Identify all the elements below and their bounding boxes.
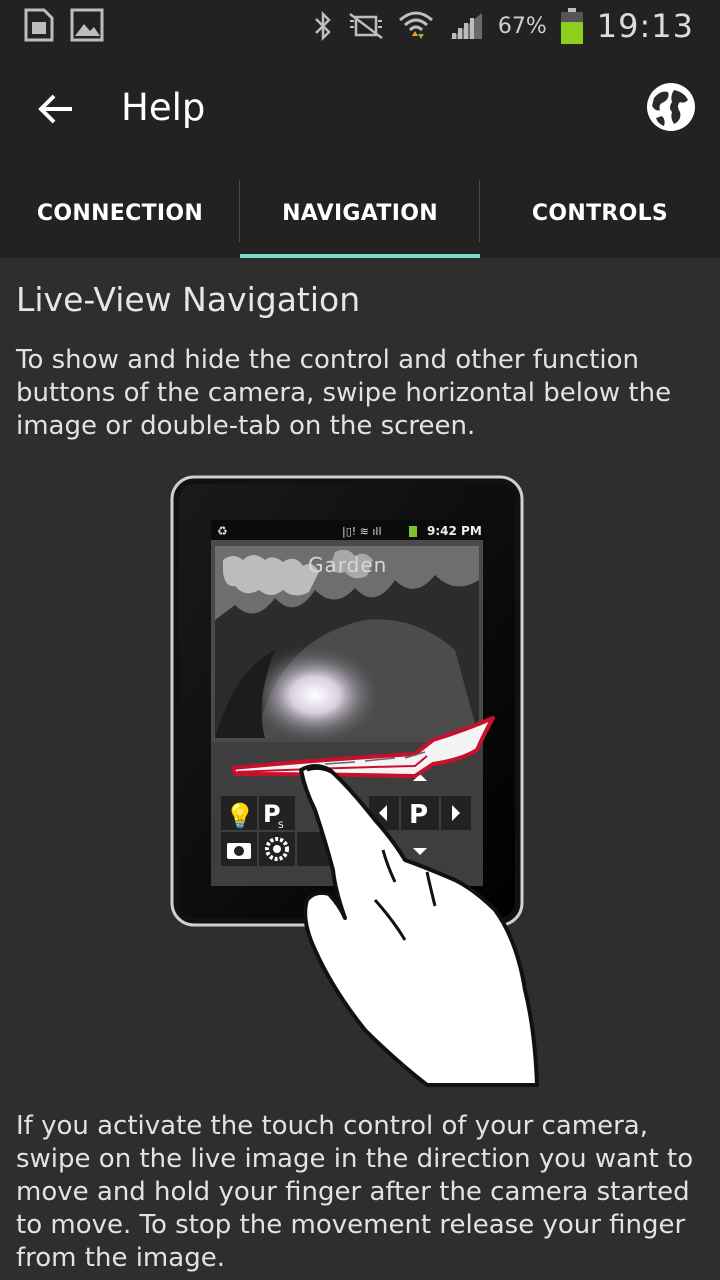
svg-text:💡: 💡: [225, 802, 255, 830]
svg-text:P: P: [409, 800, 428, 830]
svg-text:S: S: [278, 821, 284, 831]
battery-icon: [560, 8, 583, 44]
tab-label: CONNECTION: [36, 200, 204, 226]
camera-name-label: Garden: [308, 553, 387, 577]
signal-icon: [449, 13, 482, 39]
tablet-status-time: 9:42 PM: [427, 524, 482, 538]
status-time: 19:13: [596, 7, 694, 45]
app-bar: Help: [0, 50, 720, 168]
instruction-paragraph: If you activate the touch control of you…: [16, 1111, 694, 1273]
svg-text:♻: ♻: [217, 524, 228, 538]
tab-bar: CONNECTION NAVIGATION CONTROLS: [0, 168, 720, 258]
instruction-paragraph: To show and hide the control and other f…: [16, 345, 672, 441]
battery-percent: 67%: [497, 13, 547, 39]
mute-icon: [349, 13, 383, 39]
sim-card-icon: [24, 8, 54, 42]
tab-controls[interactable]: CONTROLS: [480, 168, 720, 258]
bluetooth-icon: [314, 10, 331, 42]
tab-navigation[interactable]: NAVIGATION: [240, 168, 480, 258]
status-bar: 67% 19:13: [0, 0, 720, 50]
swipe-illustration: ♻ |▯! ≋ ıll 9:42 PM Garden 💡 P S P: [170, 475, 539, 1087]
tab-connection[interactable]: CONNECTION: [0, 168, 240, 258]
globe-icon[interactable]: [644, 80, 698, 134]
tab-selected-indicator: [240, 254, 480, 258]
page-title: Help: [121, 86, 206, 129]
tab-label: CONTROLS: [531, 200, 669, 226]
gallery-icon: [70, 8, 104, 42]
arrow-back-icon[interactable]: [32, 84, 82, 134]
tablet-status-icons: |▯! ≋ ıll: [342, 525, 382, 538]
wifi-icon: [398, 11, 433, 39]
tab-label: NAVIGATION: [282, 200, 438, 226]
section-title: Live-View Navigation: [16, 280, 361, 319]
